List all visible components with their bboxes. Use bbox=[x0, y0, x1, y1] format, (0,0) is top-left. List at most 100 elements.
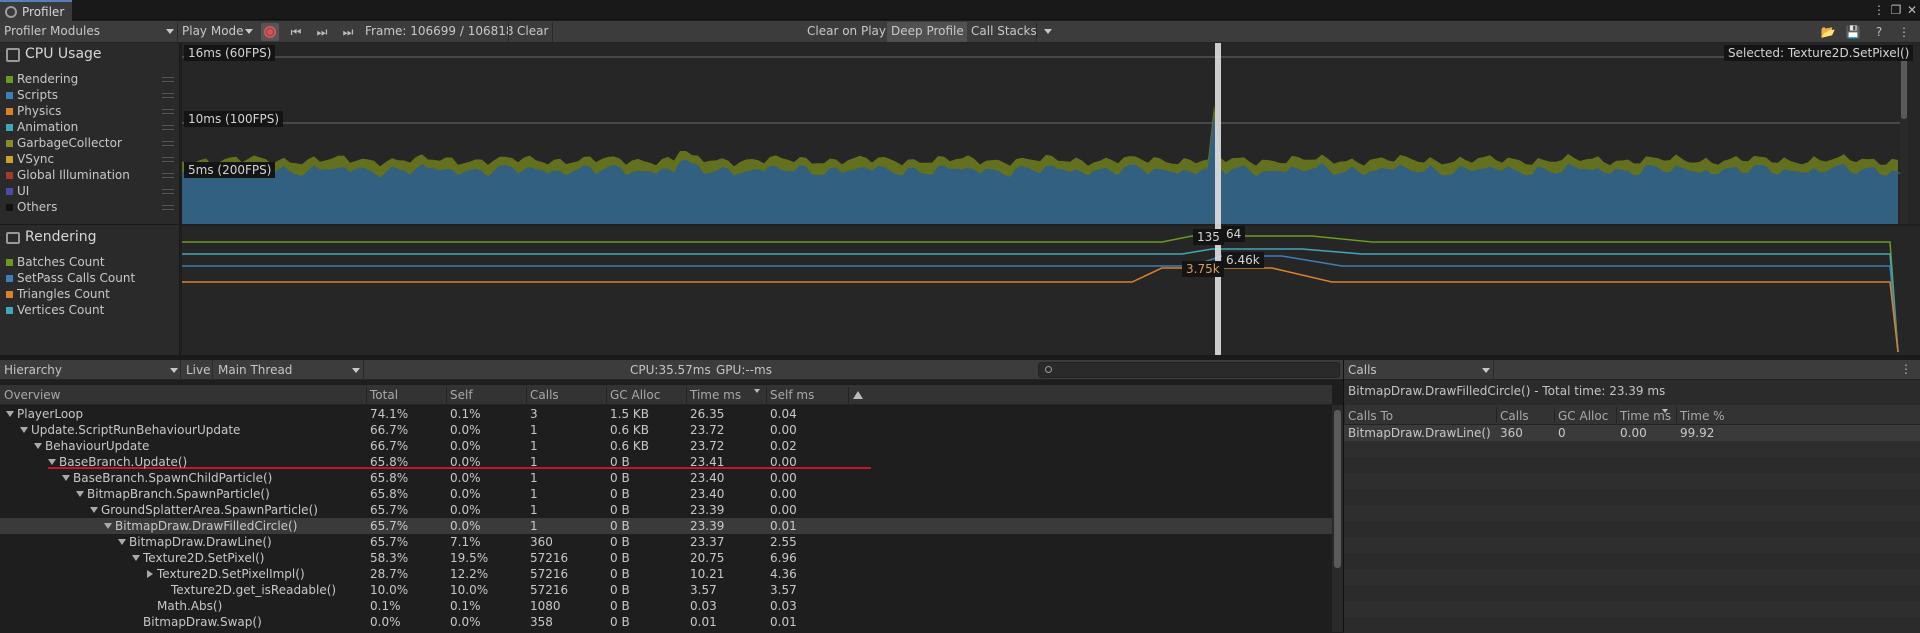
column-header[interactable]: Total bbox=[370, 388, 398, 402]
fps-label-200: 5ms (200FPS) bbox=[184, 162, 276, 178]
row-selfms: 0.00 bbox=[770, 471, 797, 485]
load-icon[interactable]: 📂 bbox=[1819, 24, 1837, 40]
maximize-icon[interactable]: ❐ bbox=[1889, 3, 1903, 17]
column-divider[interactable] bbox=[1496, 407, 1497, 423]
table-row[interactable] bbox=[0, 454, 1332, 470]
calls-column-header[interactable]: Time % bbox=[1680, 409, 1725, 423]
next-frame-icon[interactable]: ⏭ bbox=[313, 24, 331, 40]
drag-handle-icon[interactable] bbox=[162, 77, 174, 82]
drag-handle-icon[interactable] bbox=[162, 93, 174, 98]
setpass-value-badge: 64 bbox=[1222, 226, 1246, 242]
expand-arrow-icon[interactable] bbox=[76, 491, 84, 497]
profiler-tab[interactable]: Profiler bbox=[0, 0, 72, 21]
clear-button[interactable]: Clear bbox=[517, 24, 548, 38]
row-calls: 57216 bbox=[530, 583, 569, 597]
chevron-down-icon bbox=[1044, 29, 1052, 34]
legend-label[interactable]: Triangles Count bbox=[17, 287, 110, 301]
expand-arrow-icon[interactable] bbox=[34, 443, 42, 449]
column-divider[interactable] bbox=[526, 387, 527, 403]
collapsed-arrow-icon[interactable] bbox=[147, 570, 153, 578]
rendering-title[interactable]: Rendering bbox=[25, 229, 97, 245]
expand-arrow-icon[interactable] bbox=[20, 427, 28, 433]
deep-profile-toggle[interactable]: Deep Profile bbox=[891, 24, 964, 38]
close-icon[interactable]: ✕ bbox=[1905, 3, 1919, 17]
legend-label[interactable]: SetPass Calls Count bbox=[17, 271, 135, 285]
drag-handle-icon[interactable] bbox=[162, 109, 174, 114]
legend-label[interactable]: Animation bbox=[17, 120, 78, 134]
calls-column-header[interactable]: Calls To bbox=[1348, 409, 1393, 423]
clear-on-play-toggle[interactable]: Clear on Play bbox=[807, 24, 886, 38]
legend-label[interactable]: Rendering bbox=[17, 72, 78, 86]
thread-dropdown[interactable]: Main Thread bbox=[218, 363, 292, 377]
current-frame-icon[interactable]: ⏭ bbox=[339, 24, 357, 40]
row-time: 23.39 bbox=[690, 519, 725, 533]
expand-arrow-icon[interactable] bbox=[6, 411, 14, 417]
legend-label[interactable]: GarbageCollector bbox=[17, 136, 122, 150]
expand-arrow-icon[interactable] bbox=[132, 555, 140, 561]
row-gc: 0 B bbox=[610, 519, 630, 533]
legend-label[interactable]: Scripts bbox=[17, 88, 58, 102]
table-row[interactable] bbox=[0, 406, 1332, 422]
column-divider[interactable] bbox=[1676, 407, 1677, 423]
column-header[interactable]: Self ms bbox=[770, 388, 814, 402]
column-divider[interactable] bbox=[446, 387, 447, 403]
column-divider[interactable] bbox=[1554, 407, 1555, 423]
legend-label[interactable]: VSync bbox=[17, 152, 54, 166]
column-menu-button[interactable] bbox=[848, 387, 864, 403]
expand-arrow-icon[interactable] bbox=[90, 507, 98, 513]
drag-handle-icon[interactable] bbox=[162, 173, 174, 178]
view-type-dropdown[interactable]: Hierarchy bbox=[4, 363, 62, 377]
column-divider[interactable] bbox=[366, 387, 367, 403]
column-divider[interactable] bbox=[606, 387, 607, 403]
legend-label[interactable]: Global Illumination bbox=[17, 168, 130, 182]
drag-handle-icon[interactable] bbox=[162, 189, 174, 194]
record-button[interactable] bbox=[261, 23, 279, 41]
empty-row bbox=[1344, 553, 1920, 569]
legend-label[interactable]: Vertices Count bbox=[17, 303, 104, 317]
calls-kebab-icon[interactable]: ⋮ bbox=[1900, 362, 1912, 376]
column-divider[interactable] bbox=[766, 387, 767, 403]
table-row[interactable] bbox=[0, 438, 1332, 454]
call-stacks-toggle[interactable]: Call Stacks bbox=[971, 24, 1037, 38]
legend-label[interactable]: Batches Count bbox=[17, 255, 105, 269]
help-icon[interactable]: ? bbox=[1870, 24, 1888, 40]
legend-label[interactable]: Others bbox=[17, 200, 57, 214]
expand-arrow-icon[interactable] bbox=[118, 539, 126, 545]
cpu-usage-title[interactable]: CPU Usage bbox=[25, 46, 102, 62]
profiler-modules-dropdown[interactable]: Profiler Modules bbox=[4, 24, 100, 38]
row-time: 23.40 bbox=[690, 471, 725, 485]
expand-arrow-icon[interactable] bbox=[62, 475, 70, 481]
menu-kebab-icon[interactable]: ⋮ bbox=[1872, 3, 1886, 17]
legend-label[interactable]: UI bbox=[17, 184, 29, 198]
live-toggle[interactable]: Live bbox=[186, 363, 211, 377]
column-header[interactable]: Calls bbox=[530, 388, 559, 402]
expand-arrow-icon[interactable] bbox=[48, 459, 56, 465]
legend-label[interactable]: Physics bbox=[17, 104, 61, 118]
save-icon[interactable]: 💾 bbox=[1844, 24, 1862, 40]
settings-kebab-icon[interactable]: ⋮ bbox=[1895, 24, 1913, 40]
column-header[interactable]: Time ms bbox=[690, 388, 741, 402]
drag-handle-icon[interactable] bbox=[162, 141, 174, 146]
legend-swatch bbox=[6, 307, 13, 314]
column-header[interactable]: Self bbox=[450, 388, 473, 402]
calls-column-header[interactable]: Calls bbox=[1500, 409, 1529, 423]
drag-handle-icon[interactable] bbox=[162, 205, 174, 210]
calls-dropdown[interactable]: Calls bbox=[1348, 363, 1377, 377]
drag-handle-icon[interactable] bbox=[162, 157, 174, 162]
column-divider[interactable] bbox=[686, 387, 687, 403]
selected-sample-label: Selected: Texture2D.SetPixel() bbox=[1724, 45, 1914, 61]
column-divider[interactable] bbox=[1616, 407, 1617, 423]
column-header[interactable]: Overview bbox=[4, 388, 61, 402]
frame-selection-cursor[interactable] bbox=[1215, 43, 1221, 355]
row-self: 0.1% bbox=[450, 599, 481, 613]
column-header[interactable]: GC Alloc bbox=[610, 388, 660, 402]
hierarchy-scroll-thumb[interactable] bbox=[1334, 410, 1341, 568]
search-field[interactable] bbox=[1038, 362, 1340, 378]
drag-handle-icon[interactable] bbox=[162, 125, 174, 130]
previous-frame-icon[interactable]: ⏮ bbox=[287, 24, 305, 40]
expand-arrow-icon[interactable] bbox=[104, 523, 112, 529]
play-mode-dropdown[interactable]: Play Mode bbox=[182, 24, 244, 38]
calls-column-header[interactable]: GC Alloc bbox=[1558, 409, 1608, 423]
search-input[interactable] bbox=[1059, 363, 1335, 377]
row-selfms: 4.36 bbox=[770, 567, 797, 581]
